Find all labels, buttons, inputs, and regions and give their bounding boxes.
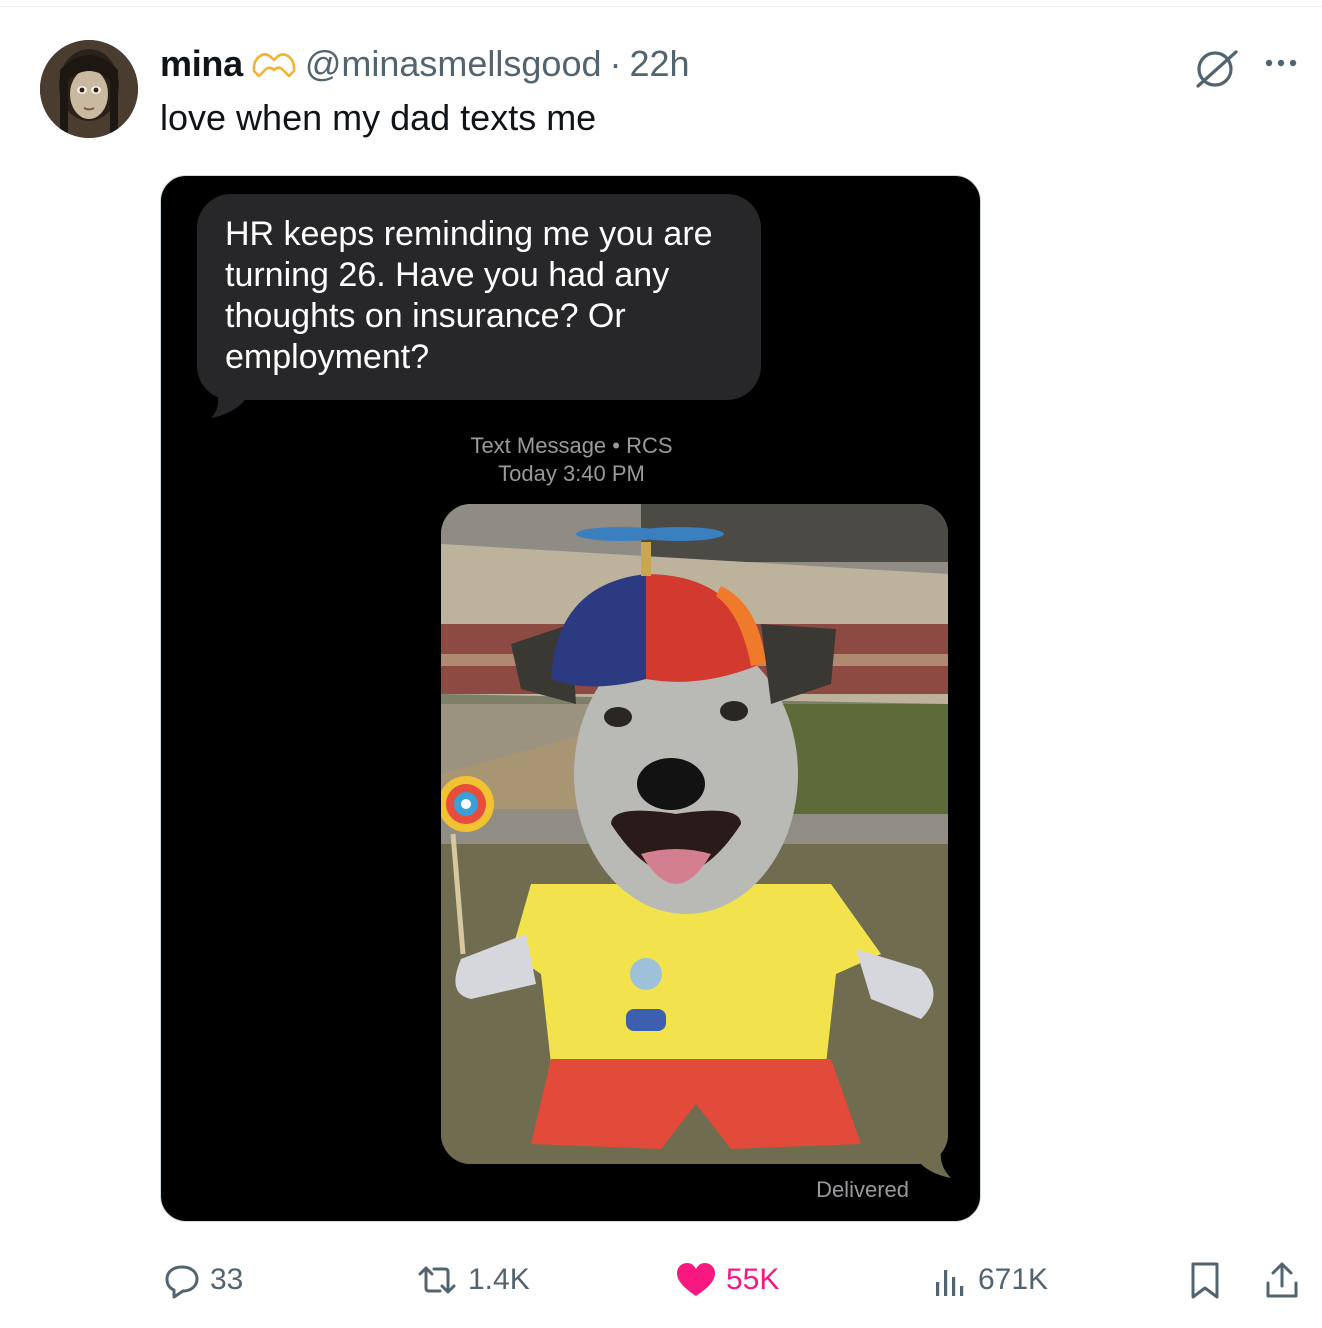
- incoming-message-bubble: HR keeps reminding me you are turning 26…: [197, 194, 761, 400]
- tweet-text: love when my dad texts me: [160, 97, 597, 138]
- delivery-status: Delivered: [816, 1177, 909, 1202]
- repost-icon: [418, 1266, 456, 1294]
- heart-hands-icon: [251, 49, 297, 79]
- reply-icon: [165, 1265, 199, 1299]
- like-count: 55K: [726, 1263, 780, 1296]
- grok-icon[interactable]: [1192, 46, 1242, 95]
- timestamp[interactable]: 22h: [630, 43, 690, 85]
- dog-in-propeller-hat-image: [441, 504, 948, 1164]
- user-handle[interactable]: @minasmellsgood: [305, 43, 602, 85]
- message-meta-type: Text Message • RCS: [470, 433, 673, 458]
- share-button[interactable]: [1262, 1256, 1310, 1304]
- reply-button[interactable]: 33: [162, 1256, 243, 1304]
- share-icon: [1266, 1262, 1298, 1298]
- analytics-icon: [936, 1270, 964, 1296]
- more-options-icon[interactable]: [1262, 48, 1302, 83]
- tweet-media[interactable]: HR keeps reminding me you are turning 26…: [160, 175, 981, 1222]
- heart-icon: [677, 1263, 715, 1296]
- action-bar: 33 1.4K 55K 671K: [160, 1256, 1310, 1304]
- bookmark-icon: [1191, 1262, 1219, 1299]
- top-divider: [0, 6, 1322, 7]
- display-name[interactable]: mina: [160, 43, 243, 85]
- repost-count: 1.4K: [468, 1263, 530, 1296]
- views-button[interactable]: 671K: [930, 1256, 1048, 1304]
- bookmark-button[interactable]: [1185, 1256, 1233, 1304]
- avatar[interactable]: [40, 40, 138, 138]
- message-meta-time: Today 3:40 PM: [498, 461, 645, 486]
- photo-bubble-tail-icon: [917, 1150, 951, 1178]
- bubble-tail-icon: [211, 392, 245, 418]
- tweet-header: mina @minasmellsgood · 22h: [160, 42, 690, 86]
- like-button[interactable]: 55K: [674, 1256, 779, 1304]
- separator: ·: [609, 43, 622, 84]
- repost-button[interactable]: 1.4K: [414, 1256, 530, 1304]
- reply-count: 33: [210, 1263, 244, 1296]
- view-count: 671K: [978, 1263, 1049, 1296]
- incoming-message-text: HR keeps reminding me you are turning 26…: [225, 215, 713, 376]
